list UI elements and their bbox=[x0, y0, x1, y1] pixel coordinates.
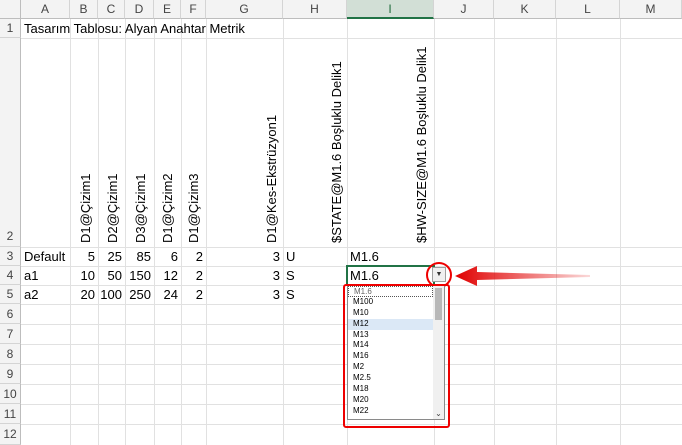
cell-f3[interactable]: 2 bbox=[181, 249, 203, 264]
cell-d5[interactable]: 250 bbox=[125, 287, 151, 302]
header-d1-kes-ekstruzyon1[interactable]: D1@Kes-Ekstrüzyon1 bbox=[264, 115, 279, 243]
column-header-b[interactable]: B bbox=[70, 0, 98, 19]
cell-c5[interactable]: 100 bbox=[98, 287, 122, 302]
gridline bbox=[21, 247, 682, 248]
cell-d3[interactable]: 85 bbox=[125, 249, 151, 264]
row-header-7[interactable]: 7 bbox=[0, 324, 21, 344]
cell-g5[interactable]: 3 bbox=[206, 287, 280, 302]
row-header-5[interactable]: 5 bbox=[0, 285, 21, 304]
cell-h3[interactable]: U bbox=[286, 249, 295, 264]
cell-a3[interactable]: Default bbox=[24, 249, 65, 264]
cell-a4[interactable]: a1 bbox=[24, 268, 38, 283]
column-header-a[interactable]: A bbox=[21, 0, 70, 19]
cell-h5[interactable]: S bbox=[286, 287, 295, 302]
gridline bbox=[98, 19, 99, 445]
gridline bbox=[283, 19, 284, 445]
cell-b5[interactable]: 20 bbox=[70, 287, 95, 302]
cell-e3[interactable]: 6 bbox=[154, 249, 178, 264]
gridline bbox=[620, 19, 621, 445]
annotation-arrow-icon bbox=[455, 266, 590, 286]
cell-c3[interactable]: 25 bbox=[98, 249, 122, 264]
cell-f4[interactable]: 2 bbox=[181, 268, 203, 283]
gridline bbox=[125, 19, 126, 445]
row-header-12[interactable]: 12 bbox=[0, 424, 21, 445]
header-d1-cizim1[interactable]: D1@Çizim1 bbox=[78, 173, 93, 243]
gridline bbox=[70, 19, 71, 445]
column-header-c[interactable]: C bbox=[98, 0, 125, 19]
column-header-f[interactable]: F bbox=[181, 0, 206, 19]
column-header-e[interactable]: E bbox=[154, 0, 181, 19]
gridline bbox=[154, 19, 155, 445]
cell-e4[interactable]: 12 bbox=[154, 268, 178, 283]
cell-d4[interactable]: 150 bbox=[125, 268, 151, 283]
cell-g3[interactable]: 3 bbox=[206, 249, 280, 264]
cell-g4[interactable]: 3 bbox=[206, 268, 280, 283]
cell-e5[interactable]: 24 bbox=[154, 287, 178, 302]
column-header-d[interactable]: D bbox=[125, 0, 154, 19]
header-d1-cizim2[interactable]: D1@Çizim2 bbox=[160, 173, 175, 243]
row-header-10[interactable]: 10 bbox=[0, 384, 21, 404]
row-header-8[interactable]: 8 bbox=[0, 344, 21, 364]
select-all-corner[interactable] bbox=[0, 0, 21, 19]
column-header-g[interactable]: G bbox=[206, 0, 283, 19]
gridline bbox=[206, 19, 207, 445]
column-header-k[interactable]: K bbox=[494, 0, 556, 19]
cell-i4[interactable]: M1.6 bbox=[350, 268, 379, 283]
header-d1-cizim3[interactable]: D1@Çizim3 bbox=[186, 173, 201, 243]
row-header-3[interactable]: 3 bbox=[0, 247, 21, 266]
row-header-6[interactable]: 6 bbox=[0, 304, 21, 324]
header-d3-cizim1[interactable]: D3@Çizim1 bbox=[133, 173, 148, 243]
gridline bbox=[556, 19, 557, 445]
gridline bbox=[181, 19, 182, 445]
column-header-l[interactable]: L bbox=[556, 0, 620, 19]
row-header-2[interactable]: 2 bbox=[0, 38, 21, 247]
column-header-m[interactable]: M bbox=[620, 0, 682, 19]
annotation-box bbox=[343, 284, 450, 428]
column-header-j[interactable]: J bbox=[434, 0, 494, 19]
cell-c4[interactable]: 50 bbox=[98, 268, 122, 283]
cell-f5[interactable]: 2 bbox=[181, 287, 203, 302]
sheet-title[interactable]: Tasarım Tablosu: Alyan Anahtar Metrik bbox=[24, 20, 245, 37]
cell-b3[interactable]: 5 bbox=[70, 249, 95, 264]
row-header-9[interactable]: 9 bbox=[0, 364, 21, 384]
header-state[interactable]: $STATE@M1.6 Boşluklu Delik1 bbox=[329, 61, 344, 243]
row-header-1[interactable]: 1 bbox=[0, 19, 21, 38]
header-d2-cizim1[interactable]: D2@Çizim1 bbox=[105, 173, 120, 243]
cell-b4[interactable]: 10 bbox=[70, 268, 95, 283]
header-hw-size[interactable]: $HW-SIZE@M1.6 Boşluklu Delik1 bbox=[414, 47, 429, 243]
gridline bbox=[494, 19, 495, 445]
row-header-4[interactable]: 4 bbox=[0, 266, 21, 285]
row-header-11[interactable]: 11 bbox=[0, 404, 21, 424]
cell-h4[interactable]: S bbox=[286, 268, 295, 283]
column-header-i[interactable]: I bbox=[347, 0, 434, 19]
column-header-h[interactable]: H bbox=[283, 0, 347, 19]
cell-i3[interactable]: M1.6 bbox=[350, 249, 379, 264]
cell-a5[interactable]: a2 bbox=[24, 287, 38, 302]
gridline bbox=[21, 38, 682, 39]
spreadsheet: A B C D E F G H I J K L M 1 2 3 4 5 6 7 … bbox=[0, 0, 682, 445]
